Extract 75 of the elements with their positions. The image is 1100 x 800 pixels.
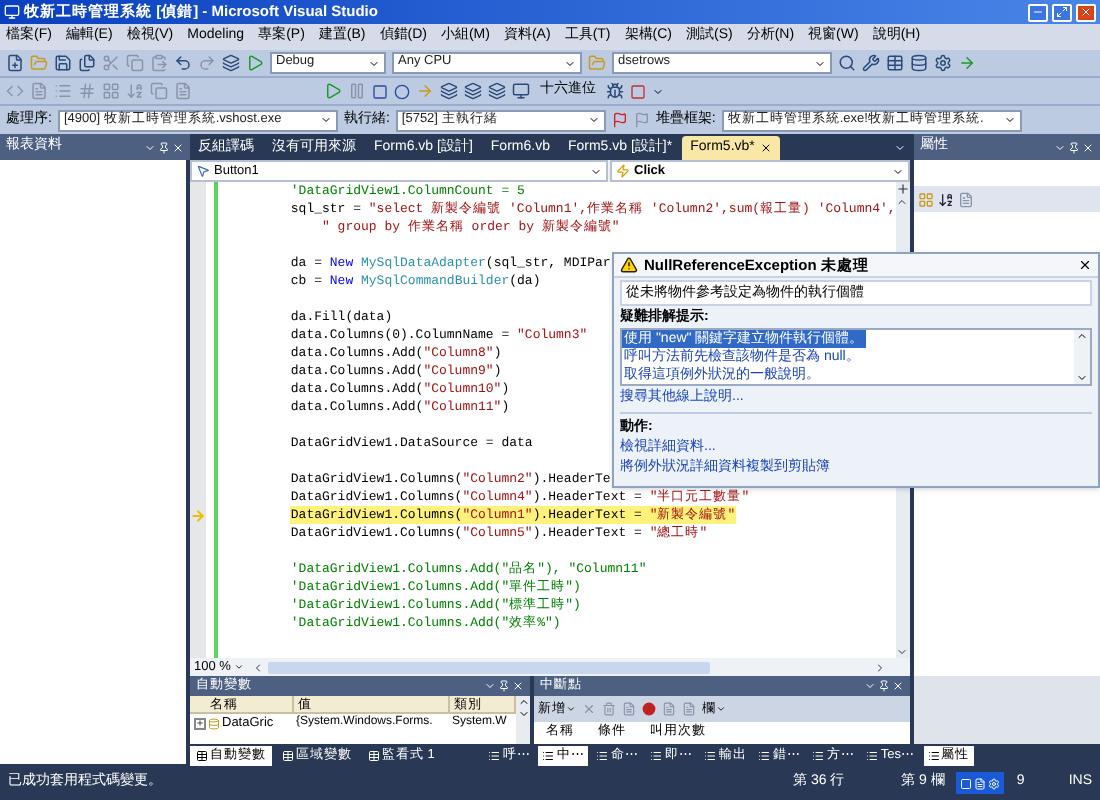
wrench-icon[interactable] [862, 54, 880, 72]
scroll-up-icon[interactable] [896, 196, 909, 208]
vertical-scrollbar[interactable] [516, 696, 530, 744]
undo-icon[interactable] [174, 54, 192, 72]
close-button[interactable] [1076, 3, 1096, 21]
scroll-up-icon[interactable] [517, 696, 529, 708]
list-icon [866, 749, 879, 761]
delete-icon[interactable] [582, 702, 596, 716]
caret-icon[interactable] [144, 141, 156, 153]
caret-icon[interactable] [590, 165, 602, 177]
table-icon [282, 749, 294, 761]
scroll-down-icon[interactable] [1076, 372, 1088, 384]
database-icon[interactable] [910, 54, 928, 72]
caret-icon[interactable] [587, 114, 600, 126]
pin-icon[interactable] [878, 680, 890, 692]
caret-icon[interactable] [566, 704, 576, 714]
bug-icon[interactable] [606, 82, 624, 100]
list-icon [758, 749, 771, 761]
scroll-left-icon[interactable] [252, 661, 265, 673]
ime-toolbar[interactable] [956, 772, 1005, 794]
alphabetical-icon[interactable] [938, 191, 954, 207]
split-icon[interactable] [895, 182, 910, 196]
horizontal-scrollbar[interactable] [268, 661, 710, 673]
arrow-icon[interactable] [958, 54, 976, 72]
warning-icon [620, 256, 638, 274]
table-icon [368, 749, 380, 761]
caret-icon[interactable] [864, 680, 876, 692]
square-icon[interactable] [960, 777, 973, 789]
scroll-down-icon[interactable] [896, 646, 909, 658]
caret-icon[interactable] [234, 662, 245, 672]
search-icon[interactable] [838, 54, 856, 72]
caret-icon[interactable] [319, 114, 332, 126]
list-icon [927, 749, 940, 761]
caret-icon[interactable] [368, 57, 380, 69]
start-icon[interactable] [246, 54, 264, 72]
list-icon [488, 749, 501, 761]
caret-icon[interactable] [1054, 141, 1066, 153]
table-icon[interactable] [886, 54, 904, 72]
close-icon[interactable] [1078, 258, 1092, 272]
new-file-icon[interactable] [6, 54, 24, 72]
table-icon [196, 749, 208, 761]
control-icon[interactable] [196, 164, 210, 178]
save-all-icon[interactable] [78, 54, 96, 72]
close-tab-icon[interactable] [760, 142, 773, 154]
scroll-right-icon[interactable] [874, 661, 886, 673]
expand-toggle[interactable] [194, 717, 206, 729]
maximize-button[interactable] [1052, 3, 1072, 21]
pin-icon[interactable] [158, 141, 170, 153]
scroll-up-icon[interactable] [1076, 330, 1088, 342]
scroll-down-icon[interactable] [517, 708, 529, 720]
list-icon [596, 749, 609, 761]
minimize-icon[interactable] [1032, 6, 1044, 18]
pin-icon[interactable] [498, 680, 510, 692]
caret-icon[interactable] [652, 85, 664, 97]
caret-icon[interactable] [814, 57, 826, 69]
list-icon [542, 749, 555, 761]
continue-icon[interactable] [324, 82, 342, 100]
variable-icon [208, 717, 220, 729]
trash-icon[interactable] [602, 702, 616, 716]
caret-icon[interactable] [564, 57, 576, 69]
lightning-icon[interactable] [616, 164, 630, 178]
breakpoint-icon[interactable] [642, 702, 656, 716]
list-icon [812, 749, 825, 761]
minimize-button[interactable] [1028, 3, 1048, 21]
caret-icon[interactable] [1003, 114, 1016, 126]
pin-icon[interactable] [1068, 141, 1080, 153]
caret-icon[interactable] [484, 680, 496, 692]
stop-icon[interactable] [372, 83, 388, 99]
caret-icon[interactable] [716, 704, 726, 714]
list-icon [704, 749, 717, 761]
settings-icon[interactable] [934, 54, 952, 72]
list-scrollbar[interactable] [1074, 330, 1090, 384]
list-icon [650, 749, 663, 761]
app-icon [4, 4, 20, 20]
save-icon[interactable] [54, 54, 72, 72]
